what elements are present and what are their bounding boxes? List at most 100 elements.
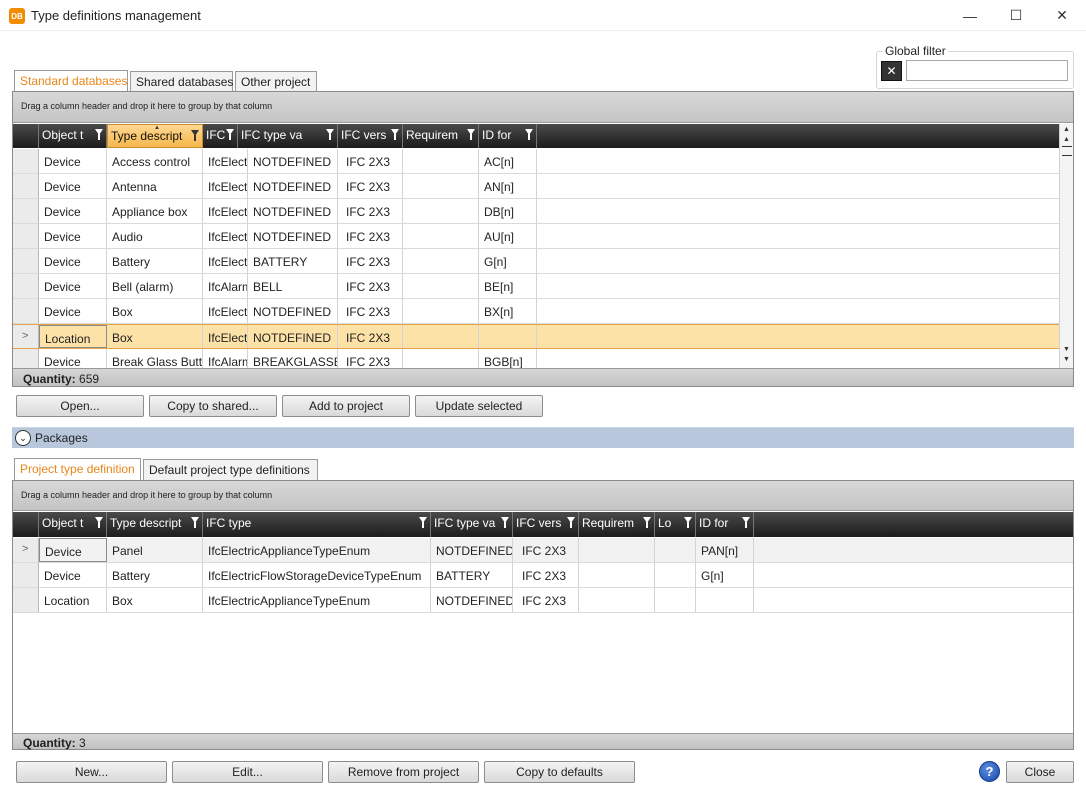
cell-id-format[interactable]: BGB[n] (479, 349, 537, 368)
cell-ifc-type-value[interactable]: BELL (248, 274, 338, 298)
cell-requirements[interactable] (579, 588, 655, 612)
table-row[interactable]: Device Audio IfcElectr NOTDEFINED IFC 2X… (13, 224, 1059, 249)
help-icon[interactable]: ? (979, 761, 1000, 782)
tab-default-project-type-definitions[interactable]: Default project type definitions (143, 459, 318, 480)
filter-icon[interactable] (525, 129, 533, 140)
column-header-ifc-version[interactable]: IFC vers (338, 124, 403, 148)
column-header-ifc-type-value[interactable]: IFC type va (238, 124, 338, 148)
filter-icon[interactable] (95, 517, 103, 528)
tab-project-type-definition[interactable]: Project type definition (14, 458, 141, 480)
cell-id-format[interactable]: AN[n] (479, 174, 537, 198)
filter-icon[interactable] (419, 517, 427, 528)
cell-ifc-type-value[interactable]: NOTDEFINED (248, 224, 338, 248)
table-row[interactable]: Device Appliance box IfcElectr NOTDEFINE… (13, 199, 1059, 224)
cell-ifc-type-value[interactable]: NOTDEFINED (248, 325, 338, 348)
cell-requirements[interactable] (403, 199, 479, 223)
cell-object-type[interactable]: Device (39, 149, 107, 173)
cell-requirements[interactable] (403, 149, 479, 173)
row-indicator[interactable] (13, 199, 39, 223)
cell-requirements[interactable] (579, 538, 655, 562)
filter-icon[interactable] (742, 517, 750, 528)
cell-ifc-version[interactable]: IFC 2X3 (338, 199, 403, 223)
cell-id-format[interactable]: DB[n] (479, 199, 537, 223)
table-row[interactable]: Location Box IfcElectricApplianceTypeEnu… (13, 588, 1073, 613)
cell-ifc-type[interactable]: IfcElectricApplianceTypeEnum (203, 588, 431, 612)
column-header-location[interactable]: Lo (655, 512, 696, 537)
cell-type-description[interactable]: Appliance box (107, 199, 203, 223)
row-indicator[interactable] (13, 349, 39, 368)
cell-ifc-type[interactable]: IfcElectr (203, 249, 248, 273)
close-button[interactable]: Close (1006, 761, 1074, 783)
cell-location[interactable] (655, 588, 696, 612)
cell-id-format[interactable]: BX[n] (479, 299, 537, 323)
cell-ifc-version[interactable]: IFC 2X3 (338, 174, 403, 198)
filter-icon[interactable] (391, 129, 399, 140)
table-row[interactable]: Device Bell (alarm) IfcAlarm BELL IFC 2X… (13, 274, 1059, 299)
cell-ifc-type[interactable]: IfcElectr (203, 174, 248, 198)
column-header-requirements[interactable]: Requirem (579, 512, 655, 537)
update-selected-button[interactable]: Update selected (415, 395, 543, 417)
cell-object-type[interactable]: Location (39, 588, 107, 612)
cell-ifc-version[interactable]: IFC 2X3 (338, 224, 403, 248)
column-header-id-format[interactable]: ID for (696, 512, 754, 537)
global-filter-input[interactable] (906, 60, 1068, 81)
tab-standard-databases[interactable]: Standard databases (14, 70, 128, 92)
column-header-ifc-type[interactable]: IFC t (203, 124, 238, 148)
cell-ifc-type-value[interactable]: BATTERY (431, 563, 513, 587)
cell-type-description[interactable]: Box (107, 299, 203, 323)
column-header-object-type[interactable]: Object t (39, 512, 107, 537)
remove-from-project-button[interactable]: Remove from project (328, 761, 479, 783)
column-header-id-format[interactable]: ID for (479, 124, 537, 148)
cell-type-description[interactable]: Panel (107, 538, 203, 562)
cell-type-description[interactable]: Battery (107, 249, 203, 273)
column-header-ifc-version[interactable]: IFC vers (513, 512, 579, 537)
cell-ifc-type[interactable]: IfcAlarm (203, 349, 248, 368)
cell-ifc-version[interactable]: IFC 2X3 (338, 249, 403, 273)
column-header-type-description[interactable]: ▲ Type descript (107, 124, 203, 148)
cell-ifc-type-value[interactable]: NOTDEFINED (248, 174, 338, 198)
cell-location[interactable] (655, 538, 696, 562)
current-row-indicator[interactable]: > (13, 325, 39, 348)
row-indicator[interactable] (13, 588, 39, 612)
scroll-down-icon[interactable]: ▼ (1060, 346, 1073, 353)
close-icon[interactable]: ✕ (1039, 0, 1085, 31)
cell-requirements[interactable] (403, 224, 479, 248)
column-header-requirements[interactable]: Requirem (403, 124, 479, 148)
table-row-selected[interactable]: > Location Box IfcElectr NOTDEFINED IFC … (13, 324, 1059, 349)
cell-ifc-type-value[interactable]: BREAKGLASSB (248, 349, 338, 368)
table-row[interactable]: Device Battery IfcElectr BATTERY IFC 2X3… (13, 249, 1059, 274)
packages-expander[interactable]: ⌄ Packages (12, 427, 1074, 448)
copy-to-defaults-button[interactable]: Copy to defaults (484, 761, 635, 783)
cell-ifc-type-value[interactable]: NOTDEFINED (248, 149, 338, 173)
column-header-ifc-type-value[interactable]: IFC type va (431, 512, 513, 537)
tab-shared-databases[interactable]: Shared databases (130, 71, 233, 92)
scroll-thumb[interactable] (1062, 146, 1072, 156)
current-row-indicator[interactable]: > (13, 538, 39, 562)
column-header-type-description[interactable]: Type descript (107, 512, 203, 537)
group-by-drop-area[interactable]: Drag a column header and drop it here to… (13, 481, 1073, 511)
filter-icon[interactable] (467, 129, 475, 140)
table-row[interactable]: Device Break Glass Butt IfcAlarm BREAKGL… (13, 349, 1059, 368)
table-row[interactable]: Device Battery IfcElectricFlowStorageDev… (13, 563, 1073, 588)
scroll-up-icon[interactable]: ▲ (1060, 136, 1073, 143)
minimize-icon[interactable]: — (947, 0, 993, 31)
filter-icon[interactable] (191, 130, 199, 141)
cell-requirements[interactable] (403, 325, 479, 348)
cell-type-description[interactable]: Battery (107, 563, 203, 587)
cell-object-type[interactable]: Device (39, 174, 107, 198)
row-indicator[interactable] (13, 249, 39, 273)
row-indicator[interactable] (13, 299, 39, 323)
cell-object-type[interactable]: Device (39, 274, 107, 298)
cell-ifc-version[interactable]: IFC 2X3 (338, 299, 403, 323)
cell-ifc-type[interactable]: IfcElectr (203, 199, 248, 223)
cell-id-format[interactable] (479, 325, 537, 348)
edit-button[interactable]: Edit... (172, 761, 323, 783)
scroll-top-icon[interactable]: ▲ (1060, 126, 1073, 133)
cell-type-description[interactable]: Box (107, 325, 203, 348)
cell-ifc-type[interactable]: IfcElectr (203, 299, 248, 323)
cell-id-format[interactable]: PAN[n] (696, 538, 754, 562)
add-to-project-button[interactable]: Add to project (282, 395, 410, 417)
cell-object-type[interactable]: Device (39, 349, 107, 368)
filter-icon[interactable] (326, 129, 334, 140)
filter-icon[interactable] (501, 517, 509, 528)
